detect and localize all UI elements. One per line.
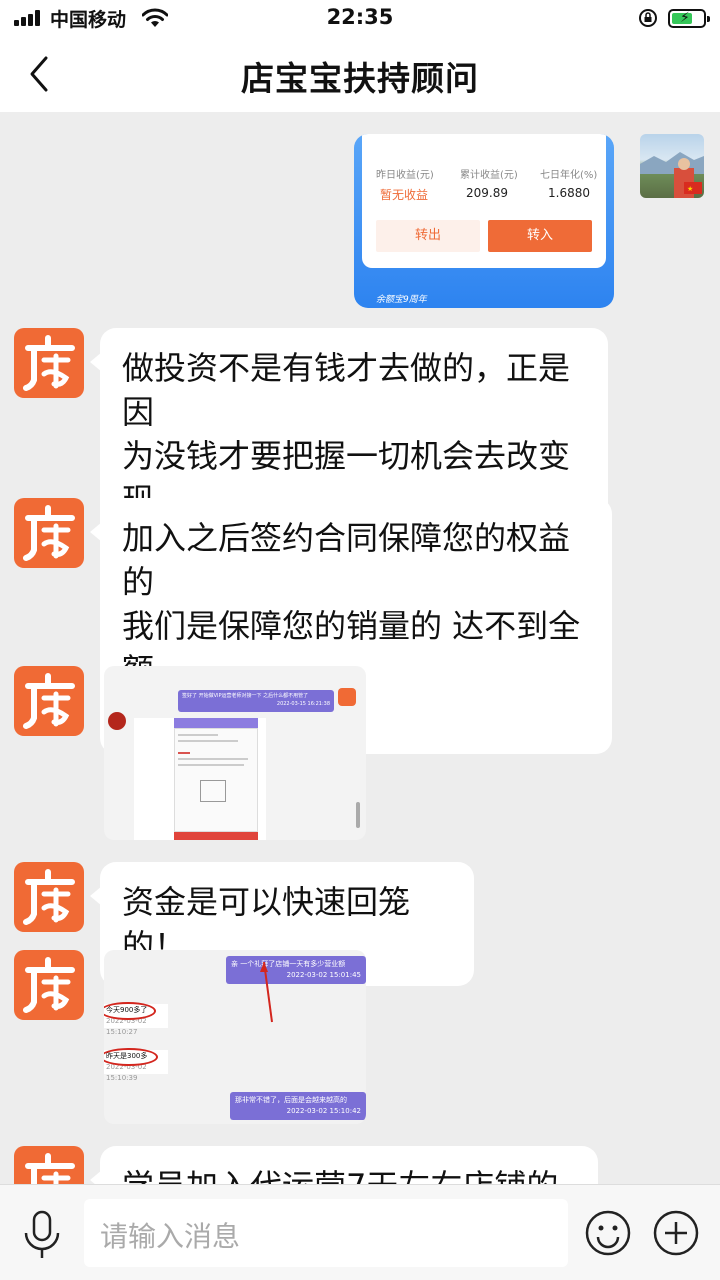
avatar[interactable] (14, 328, 84, 398)
message-bubble[interactable]: 学员加入代运营7天左右店铺的反 (90, 1146, 598, 1184)
chat-list[interactable]: 昨日收益(元) 累计收益(元) 七日年化(%) 暂无收益 209.89 1.68… (0, 112, 720, 1184)
avatar[interactable] (14, 498, 84, 568)
page-title: 店宝宝扶持顾问 (241, 59, 479, 98)
label-seven-day: 七日年化(%) (540, 170, 598, 181)
screenshot-timestamp: 2022-03-15 16:21:38 (276, 701, 330, 707)
store-logo-icon (25, 1153, 75, 1184)
chat-screenshot-image[interactable]: 亲 一个礼拜了店铺一天有多少营业额 2022-03-02 15:01:45 今天… (104, 950, 366, 1124)
svg-text:★: ★ (687, 185, 693, 193)
store-logo-icon (23, 869, 75, 925)
yuebao-screenshot[interactable]: 昨日收益(元) 累计收益(元) 七日年化(%) 暂无收益 209.89 1.68… (354, 134, 614, 308)
store-logo-icon (23, 673, 75, 729)
chat-screenshot-image[interactable]: 签好了 开始做VIP运营老师对接一下 之后什么都不用管了 2022-03-15 … (104, 666, 366, 840)
plus-icon[interactable] (652, 1209, 700, 1257)
label-yesterday: 昨日收益(元) (376, 170, 434, 181)
screenshot-timestamp: 2022-03-02 15:01:45 (286, 971, 361, 979)
screenshot-bubble: 那非常不错了，后面是会越来越高的 2022-03-02 15:10:42 (230, 1092, 366, 1120)
transfer-in-button: 转入 (488, 220, 592, 252)
screenshot-avatar (338, 688, 356, 706)
store-logo-icon (23, 335, 75, 391)
screenshot-timestamp: 2022-03-02 15:10:42 (286, 1107, 361, 1115)
transfer-out-button: 转出 (376, 220, 480, 252)
screenshot-text: 亲 一个礼拜了店铺一天有多少营业额 (231, 960, 346, 968)
avatar[interactable] (14, 862, 84, 932)
status-bar: 中国移动 22:35 ⚡ (0, 0, 720, 36)
battery-charging-icon: ⚡ (668, 9, 710, 28)
screenshot-text: 签好了 开始做VIP运营老师对接一下 之后什么都不用管了 (182, 693, 309, 699)
screenshot-bubble: 签好了 开始做VIP运营老师对接一下 之后什么都不用管了 2022-03-15 … (178, 690, 334, 712)
screenshot-phone (134, 718, 266, 840)
value-yesterday: 暂无收益 (380, 188, 429, 202)
rotation-lock-icon (639, 9, 657, 27)
value-seven-day: 1.6880 (548, 186, 590, 200)
store-logo-icon (23, 957, 75, 1013)
nav-bar: 店宝宝扶持顾问 (0, 36, 720, 112)
screenshot-bubble: 亲 一个礼拜了店铺一天有多少营业额 2022-03-02 15:01:45 (226, 956, 366, 984)
input-bar: 请输入消息 (0, 1184, 720, 1280)
clock: 22:35 (326, 5, 394, 29)
screenshot-avatar (108, 712, 126, 730)
screenshot-text: 那非常不错了，后面是会越来越高的 (235, 1096, 347, 1104)
value-total: 209.89 (466, 186, 508, 200)
emoji-icon[interactable] (584, 1209, 632, 1257)
message-line: 学员加入代运营7天左右店铺的反 (122, 1164, 576, 1184)
avatar[interactable]: ★ (640, 134, 704, 198)
arrow-annotation-icon (260, 962, 273, 1023)
message-line: 做投资不是有钱才去做的，正是因 (122, 349, 571, 431)
store-logo-icon (23, 505, 75, 561)
avatar[interactable] (14, 950, 84, 1020)
message-line: 加入之后签约合同保障您的权益的 (122, 519, 571, 601)
avatar[interactable] (14, 1146, 84, 1184)
yuebao-footer: 余额宝9周年 (376, 295, 427, 305)
avatar[interactable] (14, 666, 84, 736)
message-input[interactable]: 请输入消息 (84, 1199, 568, 1267)
label-total: 累计收益(元) (460, 170, 518, 181)
microphone-icon[interactable] (20, 1209, 64, 1261)
